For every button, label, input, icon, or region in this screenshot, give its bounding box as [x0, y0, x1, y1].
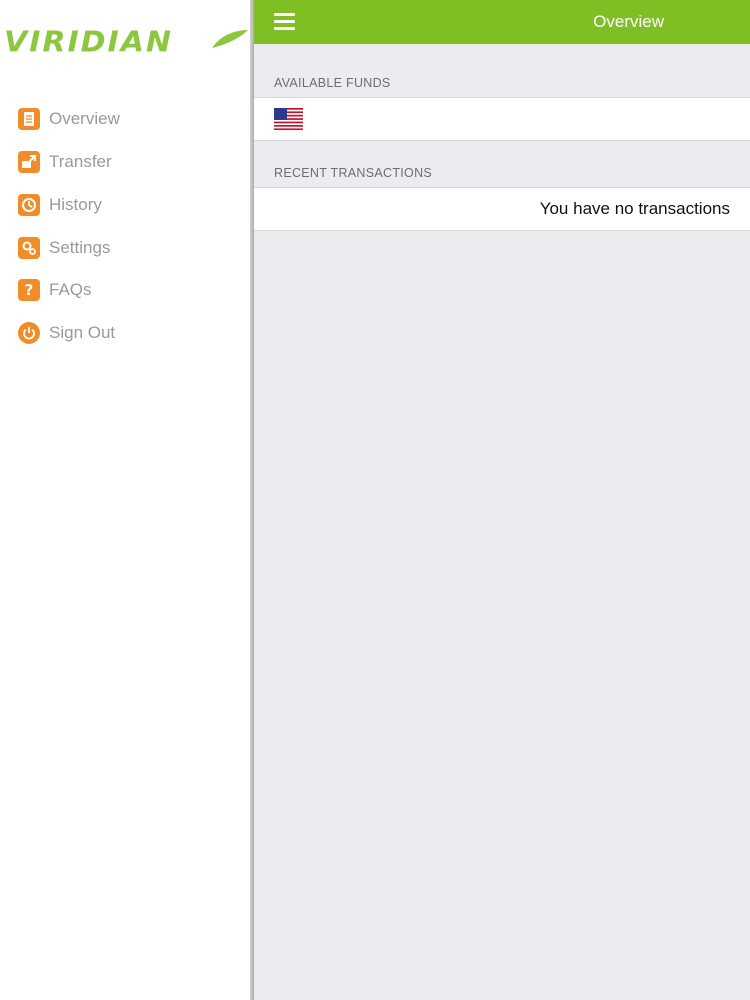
- sidebar: VIRIDIAN Overview Transfer History Setti…: [0, 0, 252, 1000]
- sidebar-item-faqs[interactable]: ? FAQs: [18, 275, 92, 305]
- sidebar-item-sign-out[interactable]: Sign Out: [18, 318, 115, 348]
- sidebar-item-history[interactable]: History: [18, 190, 102, 220]
- available-funds-row[interactable]: [254, 97, 750, 141]
- history-icon: [18, 194, 40, 216]
- available-funds-label: AVAILABLE FUNDS: [274, 76, 391, 90]
- hamburger-menu-icon[interactable]: [274, 13, 295, 30]
- page-title: Overview: [593, 12, 664, 31]
- document-icon: [18, 108, 40, 130]
- sidebar-item-label: Sign Out: [49, 323, 116, 342]
- top-bar: Overview: [254, 0, 750, 44]
- power-icon: [18, 322, 40, 344]
- recent-transactions-label: RECENT TRANSACTIONS: [274, 166, 433, 180]
- viridian-logo: VIRIDIAN: [4, 26, 250, 62]
- sidebar-item-settings[interactable]: Settings: [18, 233, 110, 263]
- question-icon: ?: [18, 279, 40, 301]
- logo-text: VIRIDIAN: [4, 25, 174, 60]
- transfer-icon: [18, 151, 40, 173]
- leaf-icon: [212, 30, 248, 48]
- transactions-list: You have no transactions: [254, 187, 750, 231]
- sidebar-item-transfer[interactable]: Transfer: [18, 147, 112, 177]
- sidebar-item-label: History: [49, 195, 102, 214]
- sidebar-item-label: Transfer: [49, 152, 112, 171]
- gear-icon: [18, 237, 40, 259]
- sidebar-item-label: Overview: [49, 109, 120, 128]
- empty-transactions-message: You have no transactions: [539, 199, 730, 218]
- sidebar-item-overview[interactable]: Overview: [18, 104, 120, 134]
- sidebar-item-label: Settings: [49, 238, 111, 257]
- us-flag-icon: [274, 108, 303, 130]
- main-pane: Overview AVAILABLE FUNDS RECENT TRANSACT…: [254, 0, 750, 1000]
- sidebar-item-label: FAQs: [49, 280, 92, 299]
